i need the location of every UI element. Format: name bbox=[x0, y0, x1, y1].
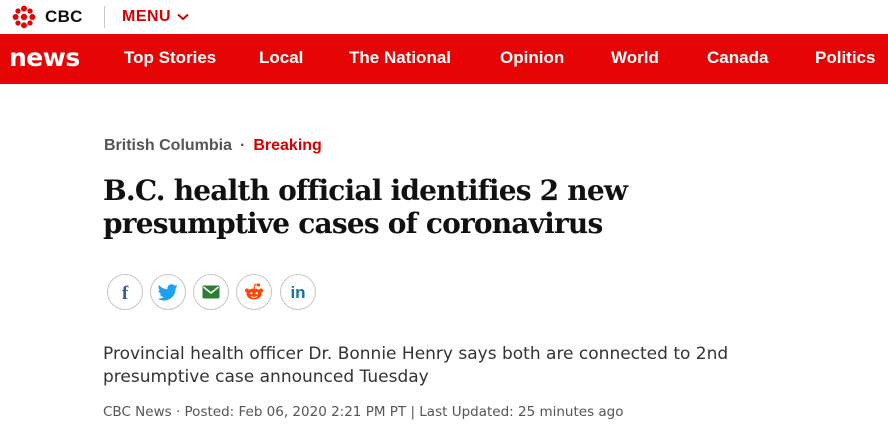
svg-text:f: f bbox=[122, 283, 129, 301]
breadcrumb: British Columbia · Breaking bbox=[104, 137, 322, 155]
email-icon bbox=[202, 285, 220, 299]
share-email-button[interactable] bbox=[193, 274, 229, 310]
share-twitter-button[interactable] bbox=[150, 274, 186, 310]
breadcrumb-region-link[interactable]: British Columbia bbox=[104, 137, 232, 155]
breaking-tag: Breaking bbox=[253, 137, 322, 154]
cbc-wordmark[interactable]: CBC bbox=[45, 7, 83, 27]
share-linkedin-button[interactable]: in bbox=[280, 274, 316, 310]
menu-label: MENU bbox=[122, 8, 172, 25]
breadcrumb-separator: · bbox=[240, 137, 246, 154]
top-bar: CBC MENU bbox=[0, 0, 888, 34]
article-deck: Provincial health officer Dr. Bonnie Hen… bbox=[103, 344, 729, 387]
linkedin-icon: in bbox=[290, 283, 305, 301]
article-byline: CBC News · Posted: Feb 06, 2020 2:21 PM … bbox=[103, 404, 624, 420]
nav-item-top-stories[interactable]: Top Stories bbox=[124, 48, 216, 68]
news-nav-bar: news Top Stories Local The National Opin… bbox=[0, 34, 888, 84]
svg-text:in: in bbox=[290, 283, 305, 301]
nav-item-the-national[interactable]: The National bbox=[349, 48, 451, 68]
nav-item-local[interactable]: Local bbox=[259, 48, 303, 68]
twitter-icon bbox=[158, 283, 178, 300]
nav-item-canada[interactable]: Canada bbox=[707, 48, 768, 68]
page-title: B.C. health official identifies 2 new pr… bbox=[103, 174, 628, 240]
facebook-icon: f bbox=[122, 283, 129, 301]
news-logo[interactable]: news bbox=[9, 43, 80, 72]
chevron-down-icon bbox=[177, 13, 189, 21]
nav-item-world[interactable]: World bbox=[611, 48, 659, 68]
topbar-divider bbox=[104, 6, 105, 28]
reddit-icon bbox=[245, 283, 263, 300]
cbc-gem-logo-icon[interactable] bbox=[12, 5, 36, 29]
menu-button[interactable]: MENU bbox=[122, 8, 189, 26]
share-reddit-button[interactable] bbox=[236, 274, 272, 310]
nav-item-opinion[interactable]: Opinion bbox=[500, 48, 564, 68]
nav-item-politics[interactable]: Politics bbox=[815, 48, 875, 68]
share-facebook-button[interactable]: f bbox=[107, 274, 143, 310]
